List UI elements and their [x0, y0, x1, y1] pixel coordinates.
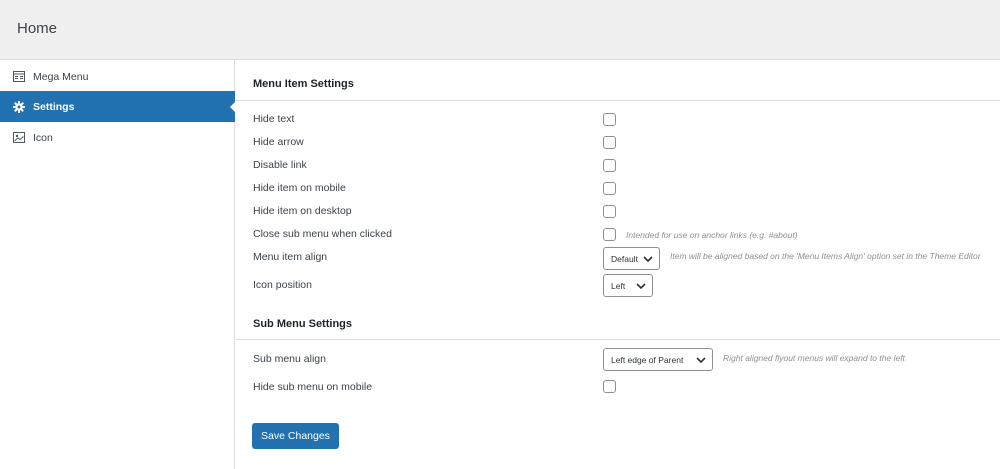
menu-item-align-label: Menu item align	[253, 251, 328, 263]
hide-item-mobile-label: Hide item on mobile	[253, 182, 346, 194]
sub-menu-align-value: Left edge of Parent	[611, 354, 684, 365]
menu-item-align-select[interactable]: Default	[603, 247, 660, 270]
hide-text-checkbox[interactable]	[603, 113, 616, 126]
image-icon	[13, 132, 25, 144]
chevron-down-icon	[696, 357, 706, 364]
sub-menu-align-label: Sub menu align	[253, 353, 326, 365]
page-header: Home	[0, 0, 1000, 60]
section-divider	[236, 100, 1000, 101]
sidebar-item-label: Settings	[33, 100, 75, 113]
disable-link-label: Disable link	[253, 159, 307, 171]
chevron-down-icon	[643, 256, 653, 263]
sidebar-item-settings[interactable]: Settings	[0, 91, 236, 122]
hide-text-label: Hide text	[253, 113, 295, 125]
settings-panel: Menu Item Settings Hide text Hide arrow …	[236, 60, 1000, 469]
page-title: Home	[17, 20, 58, 37]
hide-item-mobile-checkbox[interactable]	[603, 182, 616, 195]
menu-item-align-value: Default	[611, 253, 638, 264]
menu-item-align-hint: Item will be aligned based on the 'Menu …	[670, 251, 981, 261]
close-sub-menu-checkbox[interactable]	[603, 228, 616, 241]
hide-sub-menu-mobile-label: Hide sub menu on mobile	[253, 381, 373, 393]
icon-position-label: Icon position	[253, 279, 312, 291]
hide-item-desktop-label: Hide item on desktop	[253, 205, 352, 217]
icon-position-value: Left	[611, 280, 626, 291]
icon-position-select[interactable]: Left	[603, 274, 653, 297]
sidebar-item-mega-menu[interactable]: Mega Menu	[0, 61, 235, 92]
sidebar-item-label: Icon	[33, 131, 53, 144]
sidebar-item-icon[interactable]: Icon	[0, 122, 235, 153]
sub-menu-align-hint: Right aligned flyout menus will expand t…	[723, 353, 905, 363]
hide-arrow-label: Hide arrow	[253, 136, 304, 148]
save-changes-button[interactable]: Save Changes	[252, 423, 339, 449]
close-sub-menu-label: Close sub menu when clicked	[253, 228, 392, 240]
sub-menu-settings-title: Sub Menu Settings	[253, 318, 352, 330]
sidebar-item-label: Mega Menu	[33, 70, 89, 83]
hide-arrow-checkbox[interactable]	[603, 136, 616, 149]
hide-item-desktop-checkbox[interactable]	[603, 205, 616, 218]
hide-sub-menu-mobile-checkbox[interactable]	[603, 380, 616, 393]
chevron-down-icon	[636, 283, 646, 290]
close-sub-menu-hint: Intended for use on anchor links (e.g. #…	[626, 230, 798, 240]
sidebar: Mega Menu Settings Icon	[0, 60, 236, 469]
gear-icon	[13, 100, 25, 113]
menu-item-settings-title: Menu Item Settings	[253, 78, 354, 90]
disable-link-checkbox[interactable]	[603, 159, 616, 172]
section-divider	[236, 339, 1000, 340]
mega-menu-icon	[13, 71, 25, 83]
sub-menu-align-select[interactable]: Left edge of Parent	[603, 348, 713, 371]
